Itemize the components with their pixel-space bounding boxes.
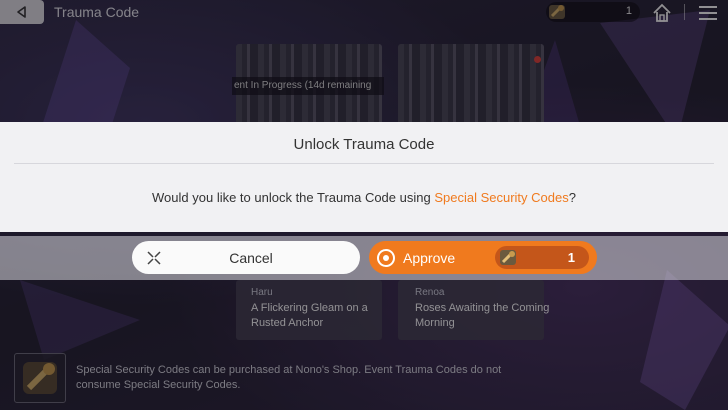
dialog-message-text: Would you like to unlock the Trauma Code… xyxy=(152,190,435,205)
approve-cost-count: 1 xyxy=(567,250,575,265)
dialog-message-end: ? xyxy=(568,190,576,205)
dialog-title: Unlock Trauma Code xyxy=(293,136,435,153)
cancel-label: Cancel xyxy=(229,250,273,266)
cancel-button[interactable]: Cancel xyxy=(132,241,360,274)
dialog-divider xyxy=(14,163,714,164)
approve-label: Approve xyxy=(403,250,456,266)
unlock-dialog: Unlock Trauma Code Would you like to unl… xyxy=(0,122,728,232)
dialog-message-highlight: Special Security Codes xyxy=(434,190,569,205)
approve-cost: 1 xyxy=(495,246,589,269)
approve-button[interactable]: Approve 1 xyxy=(369,241,597,274)
confirm-circle-icon xyxy=(377,249,395,267)
security-code-icon xyxy=(500,250,516,265)
dialog-message: Would you like to unlock the Trauma Code… xyxy=(0,190,728,205)
